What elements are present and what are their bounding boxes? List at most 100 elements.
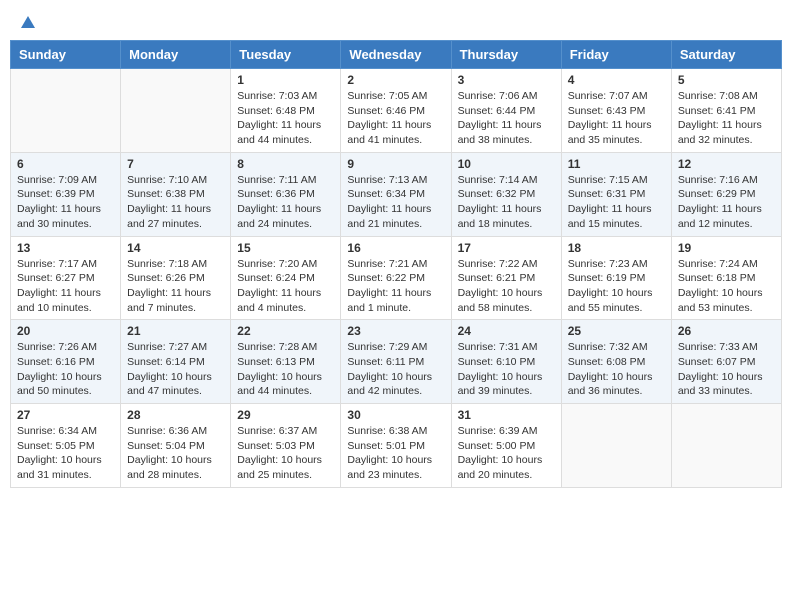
calendar-day-cell: 15 Sunrise: 7:20 AMSunset: 6:24 PMDayligh… bbox=[231, 236, 341, 320]
page-header bbox=[10, 10, 782, 32]
day-info: Sunrise: 7:20 AMSunset: 6:24 PMDaylight:… bbox=[237, 257, 334, 316]
day-info: Sunrise: 7:26 AMSunset: 6:16 PMDaylight:… bbox=[17, 340, 114, 399]
calendar-day-cell: 31Sunrise: 6:39 AMSunset: 5:00 PMDayligh… bbox=[451, 404, 561, 488]
day-info: Sunrise: 7:18 AMSunset: 6:26 PMDaylight:… bbox=[127, 257, 224, 316]
calendar-day-cell: 6 Sunrise: 7:09 AMSunset: 6:39 PMDaylight… bbox=[11, 152, 121, 236]
calendar-day-cell: 10 Sunrise: 7:14 AMSunset: 6:32 PMDayligh… bbox=[451, 152, 561, 236]
day-info: Sunrise: 7:09 AMSunset: 6:39 PMDaylight:… bbox=[17, 173, 114, 232]
calendar-day-cell: 2Sunrise: 7:05 AMSunset: 6:46 PMDaylight… bbox=[341, 69, 451, 153]
calendar-day-cell: 11 Sunrise: 7:15 AMSunset: 6:31 PMDayligh… bbox=[561, 152, 671, 236]
logo-icon bbox=[19, 14, 37, 32]
day-number: 14 bbox=[127, 241, 224, 255]
day-info: Sunrise: 7:23 AMSunset: 6:19 PMDaylight:… bbox=[568, 257, 665, 316]
day-number: 23 bbox=[347, 324, 444, 338]
day-number: 11 bbox=[568, 157, 665, 171]
day-info: Sunrise: 6:38 AMSunset: 5:01 PMDaylight:… bbox=[347, 424, 444, 483]
weekday-header: Thursday bbox=[451, 41, 561, 69]
calendar-day-cell: 21Sunrise: 7:27 AMSunset: 6:14 PMDayligh… bbox=[121, 320, 231, 404]
calendar-week-row: 6 Sunrise: 7:09 AMSunset: 6:39 PMDaylight… bbox=[11, 152, 782, 236]
day-number: 9 bbox=[347, 157, 444, 171]
day-number: 1 bbox=[237, 73, 334, 87]
calendar-day-cell: 26 Sunrise: 7:33 AMSunset: 6:07 PMDayligh… bbox=[671, 320, 781, 404]
day-number: 8 bbox=[237, 157, 334, 171]
calendar-day-cell bbox=[671, 404, 781, 488]
day-info: Sunrise: 7:32 AMSunset: 6:08 PMDaylight:… bbox=[568, 340, 665, 399]
day-info: Sunrise: 7:27 AMSunset: 6:14 PMDaylight:… bbox=[127, 340, 224, 399]
weekday-header: Tuesday bbox=[231, 41, 341, 69]
day-info: Sunrise: 6:37 AMSunset: 5:03 PMDaylight:… bbox=[237, 424, 334, 483]
calendar-day-cell: 24 Sunrise: 7:31 AMSunset: 6:10 PMDayligh… bbox=[451, 320, 561, 404]
calendar-day-cell: 13 Sunrise: 7:17 AMSunset: 6:27 PMDayligh… bbox=[11, 236, 121, 320]
calendar-day-cell: 5 Sunrise: 7:08 AMSunset: 6:41 PMDaylight… bbox=[671, 69, 781, 153]
weekday-header: Saturday bbox=[671, 41, 781, 69]
day-number: 13 bbox=[17, 241, 114, 255]
day-number: 22 bbox=[237, 324, 334, 338]
day-info: Sunrise: 7:07 AMSunset: 6:43 PMDaylight:… bbox=[568, 89, 665, 148]
calendar-day-cell bbox=[121, 69, 231, 153]
day-number: 25 bbox=[568, 324, 665, 338]
calendar-day-cell: 3 Sunrise: 7:06 AMSunset: 6:44 PMDaylight… bbox=[451, 69, 561, 153]
day-number: 26 bbox=[678, 324, 775, 338]
day-info: Sunrise: 7:13 AMSunset: 6:34 PMDaylight:… bbox=[347, 173, 444, 232]
day-info: Sunrise: 7:17 AMSunset: 6:27 PMDaylight:… bbox=[17, 257, 114, 316]
calendar-day-cell: 9 Sunrise: 7:13 AMSunset: 6:34 PMDaylight… bbox=[341, 152, 451, 236]
day-number: 7 bbox=[127, 157, 224, 171]
day-number: 24 bbox=[458, 324, 555, 338]
day-number: 20 bbox=[17, 324, 114, 338]
day-number: 18 bbox=[568, 241, 665, 255]
calendar-day-cell: 17 Sunrise: 7:22 AMSunset: 6:21 PMDayligh… bbox=[451, 236, 561, 320]
day-number: 19 bbox=[678, 241, 775, 255]
day-info: Sunrise: 7:22 AMSunset: 6:21 PMDaylight:… bbox=[458, 257, 555, 316]
logo bbox=[18, 14, 38, 28]
day-info: Sunrise: 7:08 AMSunset: 6:41 PMDaylight:… bbox=[678, 89, 775, 148]
calendar-day-cell: 14 Sunrise: 7:18 AMSunset: 6:26 PMDayligh… bbox=[121, 236, 231, 320]
calendar-day-cell: 8 Sunrise: 7:11 AMSunset: 6:36 PMDaylight… bbox=[231, 152, 341, 236]
day-number: 30 bbox=[347, 408, 444, 422]
calendar-day-cell: 29 Sunrise: 6:37 AMSunset: 5:03 PMDayligh… bbox=[231, 404, 341, 488]
day-info: Sunrise: 7:29 AMSunset: 6:11 PMDaylight:… bbox=[347, 340, 444, 399]
calendar-day-cell: 12 Sunrise: 7:16 AMSunset: 6:29 PMDayligh… bbox=[671, 152, 781, 236]
calendar-day-cell: 7Sunrise: 7:10 AMSunset: 6:38 PMDaylight… bbox=[121, 152, 231, 236]
weekday-header-row: SundayMondayTuesdayWednesdayThursdayFrid… bbox=[11, 41, 782, 69]
day-info: Sunrise: 7:11 AMSunset: 6:36 PMDaylight:… bbox=[237, 173, 334, 232]
day-info: Sunrise: 7:03 AMSunset: 6:48 PMDaylight:… bbox=[237, 89, 334, 148]
calendar-week-row: 20 Sunrise: 7:26 AMSunset: 6:16 PMDayligh… bbox=[11, 320, 782, 404]
day-info: Sunrise: 7:24 AMSunset: 6:18 PMDaylight:… bbox=[678, 257, 775, 316]
day-info: Sunrise: 7:33 AMSunset: 6:07 PMDaylight:… bbox=[678, 340, 775, 399]
weekday-header: Sunday bbox=[11, 41, 121, 69]
day-info: Sunrise: 6:39 AMSunset: 5:00 PMDaylight:… bbox=[458, 424, 555, 483]
calendar-week-row: 13 Sunrise: 7:17 AMSunset: 6:27 PMDayligh… bbox=[11, 236, 782, 320]
day-number: 29 bbox=[237, 408, 334, 422]
calendar-day-cell bbox=[561, 404, 671, 488]
day-number: 4 bbox=[568, 73, 665, 87]
calendar-table: SundayMondayTuesdayWednesdayThursdayFrid… bbox=[10, 40, 782, 488]
day-number: 6 bbox=[17, 157, 114, 171]
day-info: Sunrise: 7:15 AMSunset: 6:31 PMDaylight:… bbox=[568, 173, 665, 232]
day-info: Sunrise: 7:21 AMSunset: 6:22 PMDaylight:… bbox=[347, 257, 444, 316]
calendar-day-cell: 25 Sunrise: 7:32 AMSunset: 6:08 PMDayligh… bbox=[561, 320, 671, 404]
day-info: Sunrise: 7:06 AMSunset: 6:44 PMDaylight:… bbox=[458, 89, 555, 148]
calendar-day-cell: 30 Sunrise: 6:38 AMSunset: 5:01 PMDayligh… bbox=[341, 404, 451, 488]
day-info: Sunrise: 7:16 AMSunset: 6:29 PMDaylight:… bbox=[678, 173, 775, 232]
calendar-day-cell: 20 Sunrise: 7:26 AMSunset: 6:16 PMDayligh… bbox=[11, 320, 121, 404]
calendar-day-cell: 23 Sunrise: 7:29 AMSunset: 6:11 PMDayligh… bbox=[341, 320, 451, 404]
day-number: 27 bbox=[17, 408, 114, 422]
calendar-day-cell: 4 Sunrise: 7:07 AMSunset: 6:43 PMDaylight… bbox=[561, 69, 671, 153]
calendar-day-cell: 27Sunrise: 6:34 AMSunset: 5:05 PMDayligh… bbox=[11, 404, 121, 488]
day-number: 15 bbox=[237, 241, 334, 255]
calendar-day-cell: 18 Sunrise: 7:23 AMSunset: 6:19 PMDayligh… bbox=[561, 236, 671, 320]
weekday-header: Wednesday bbox=[341, 41, 451, 69]
day-number: 5 bbox=[678, 73, 775, 87]
day-number: 3 bbox=[458, 73, 555, 87]
day-number: 10 bbox=[458, 157, 555, 171]
day-info: Sunrise: 7:14 AMSunset: 6:32 PMDaylight:… bbox=[458, 173, 555, 232]
day-info: Sunrise: 7:28 AMSunset: 6:13 PMDaylight:… bbox=[237, 340, 334, 399]
day-info: Sunrise: 7:31 AMSunset: 6:10 PMDaylight:… bbox=[458, 340, 555, 399]
weekday-header: Friday bbox=[561, 41, 671, 69]
day-number: 16 bbox=[347, 241, 444, 255]
day-number: 12 bbox=[678, 157, 775, 171]
day-number: 17 bbox=[458, 241, 555, 255]
day-number: 28 bbox=[127, 408, 224, 422]
day-info: Sunrise: 7:05 AMSunset: 6:46 PMDaylight:… bbox=[347, 89, 444, 148]
calendar-day-cell: 28Sunrise: 6:36 AMSunset: 5:04 PMDayligh… bbox=[121, 404, 231, 488]
